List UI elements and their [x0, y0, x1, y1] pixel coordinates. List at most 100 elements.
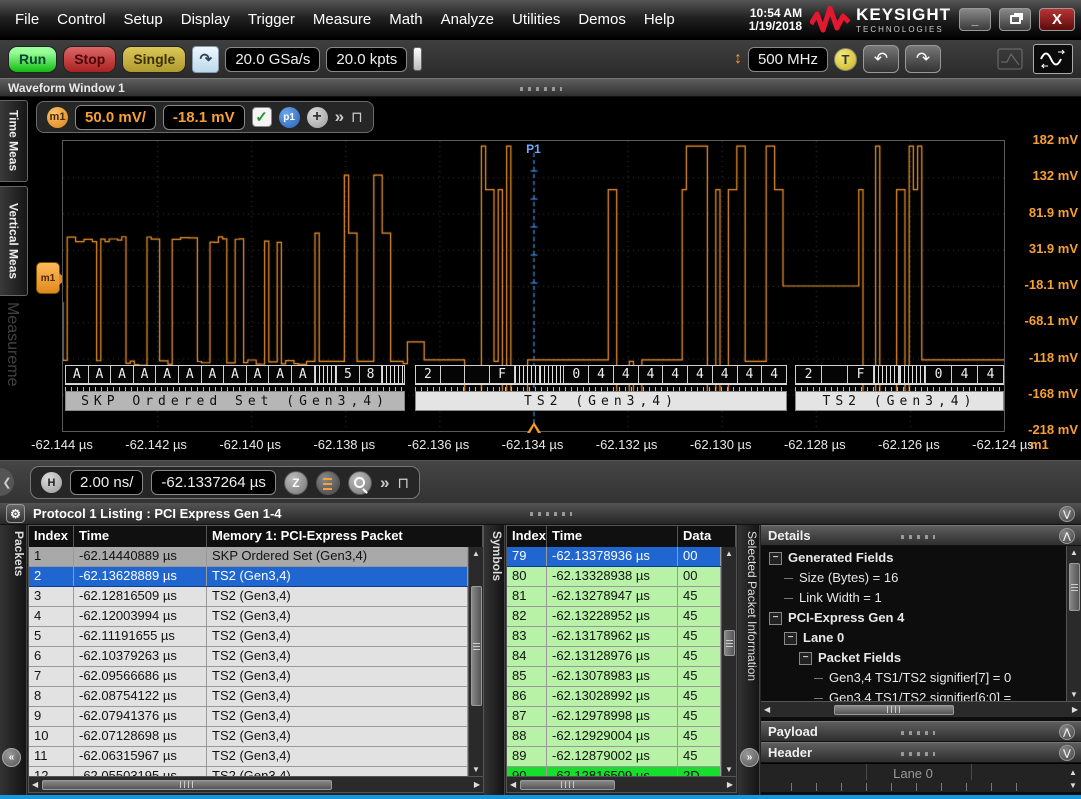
table-row[interactable]: 1 -62.14440889 µs SKP Ordered Set (Gen3,… — [29, 547, 468, 567]
tab-symbols[interactable]: Symbols — [484, 525, 505, 795]
single-button[interactable]: Single — [122, 46, 186, 73]
scroll-down-icon[interactable]: ▼ — [1069, 779, 1077, 792]
p1-marker-badge[interactable]: p1 — [279, 107, 300, 128]
tree-item[interactable]: Lane 0 — [761, 628, 1081, 648]
table-row[interactable]: 4 -62.12003994 µs TS2 (Gen3,4) — [29, 607, 468, 627]
trigger-time-marker[interactable] — [527, 422, 541, 433]
table-row[interactable]: 88 -62.12929004 µs 45 — [507, 727, 721, 747]
header-time[interactable]: Time — [74, 526, 207, 547]
header-memory[interactable]: Memory 1: PCI-Express Packet — [207, 526, 483, 547]
header-index[interactable]: Index — [507, 526, 547, 547]
scroll-right-icon[interactable]: ▶ — [474, 778, 480, 791]
header-data[interactable]: Data — [678, 526, 736, 547]
memory-slider[interactable] — [413, 47, 422, 71]
vertical-offset-field[interactable]: -18.1 mV — [163, 105, 245, 130]
gear-icon[interactable]: ⚙ — [6, 504, 25, 523]
scroll-right-icon[interactable]: ▶ — [1072, 703, 1078, 716]
scroll-down-icon[interactable]: ▼ — [1070, 688, 1078, 701]
vertical-scale-field[interactable]: 50.0 mV/ — [75, 105, 156, 130]
menu-item[interactable]: Trigger — [239, 7, 304, 32]
details-titlebar[interactable]: Details ⋀ — [761, 525, 1081, 546]
scroll-right-icon[interactable]: ▶ — [727, 778, 733, 791]
menu-item[interactable]: Analyze — [432, 7, 503, 32]
scroll-thumb[interactable] — [834, 705, 954, 715]
table-row[interactable]: 7 -62.09566686 µs TS2 (Gen3,4) — [29, 667, 468, 687]
pin-icon[interactable]: ⊓ — [351, 108, 363, 126]
m1-channel-badge[interactable]: m1 — [47, 107, 68, 128]
scroll-up-icon[interactable]: ▲ — [472, 547, 480, 560]
tree-item[interactable]: Size (Bytes) = 16 — [761, 568, 1081, 588]
sample-rate-field[interactable]: 20.0 GSa/s — [225, 47, 320, 72]
scroll-thumb[interactable] — [471, 586, 482, 706]
table-row[interactable]: 6 -62.10379263 µs TS2 (Gen3,4) — [29, 647, 468, 667]
scroll-thumb[interactable] — [724, 630, 735, 656]
table-row[interactable]: 79 -62.13378936 µs 00 — [507, 547, 721, 567]
scroll-up-icon[interactable]: ▲ — [725, 547, 733, 560]
details-vscrollbar[interactable]: ▲ ▼ — [1066, 546, 1081, 701]
redo-button[interactable]: ↷ — [905, 45, 941, 73]
table-row[interactable]: 2 -62.13628889 µs TS2 (Gen3,4) — [29, 567, 468, 587]
symbol-hscrollbar[interactable]: ◀ ▶ — [507, 776, 736, 792]
table-row[interactable]: 80 -62.13328938 µs 00 — [507, 567, 721, 587]
menu-item[interactable]: Demos — [569, 7, 635, 32]
scroll-down-icon[interactable]: ▼ — [472, 763, 480, 776]
add-marker-button[interactable]: + — [307, 107, 328, 128]
tree-item[interactable]: Gen3,4 TS1/TS2 signifier[7] = 0 — [761, 668, 1081, 688]
more-chevron-icon[interactable]: » — [335, 107, 344, 127]
details-hscrollbar[interactable]: ◀ ▶ — [761, 701, 1081, 717]
protocol-grip[interactable] — [530, 512, 572, 516]
symbol-vscrollbar[interactable]: ▲ ▼ — [721, 547, 736, 776]
menu-item[interactable]: Utilities — [503, 7, 569, 32]
bandwidth-field[interactable]: 500 MHz — [748, 47, 828, 72]
menu-item[interactable]: Help — [635, 7, 684, 32]
menu-item[interactable]: Setup — [115, 7, 172, 32]
protocol-header[interactable]: ⚙ Protocol 1 Listing : PCI Express Gen 1… — [0, 503, 1081, 525]
payload-bar[interactable]: Payload ⋀ — [761, 721, 1081, 742]
tree-item[interactable]: Gen3,4 TS1/TS2 signifier[6:0] = — [761, 688, 1081, 701]
lane-scrollbar[interactable]: ▲ ▼ — [1065, 764, 1081, 793]
scroll-up-icon[interactable]: ▲ — [1070, 546, 1078, 559]
waveform-window-titlebar[interactable]: Waveform Window 1 — [0, 78, 1081, 97]
menu-item[interactable]: Display — [172, 7, 239, 32]
scroll-down-icon[interactable]: ▼ — [725, 763, 733, 776]
header-time[interactable]: Time — [547, 526, 678, 547]
p1-cursor-label[interactable]: P1 — [526, 142, 541, 156]
close-button[interactable]: X — [1039, 8, 1075, 31]
table-row[interactable]: 89 -62.12879002 µs 45 — [507, 747, 721, 767]
table-row[interactable]: 8 -62.08754122 µs TS2 (Gen3,4) — [29, 687, 468, 707]
tab-vertical-meas[interactable]: Vertical Meas — [0, 186, 28, 296]
table-row[interactable]: 83 -62.13178962 µs 45 — [507, 627, 721, 647]
table-row[interactable]: 87 -62.12978998 µs 45 — [507, 707, 721, 727]
tree-item[interactable]: Packet Fields — [761, 648, 1081, 668]
memory-depth-field[interactable]: 20.0 kpts — [326, 47, 407, 72]
collapse-details-button[interactable]: ⋀ — [1059, 528, 1075, 544]
timebase-field[interactable]: 2.00 ns/ — [70, 470, 143, 495]
table-row[interactable]: 10 -62.07128698 µs TS2 (Gen3,4) — [29, 727, 468, 747]
table-row[interactable]: 84 -62.13128976 µs 45 — [507, 647, 721, 667]
expand-header-button[interactable]: ⋁ — [1059, 745, 1075, 761]
titlebar-grip[interactable] — [520, 87, 562, 91]
trigger-badge[interactable]: T — [834, 48, 857, 71]
menu-item[interactable]: Measure — [304, 7, 380, 32]
delay-field[interactable]: -62.1337264 µs — [151, 470, 276, 495]
zoom-window-icon[interactable] — [348, 471, 372, 495]
pin-icon[interactable]: ⊓ — [397, 474, 409, 492]
menu-item[interactable]: File — [6, 7, 48, 32]
table-row[interactable]: 11 -62.06315967 µs TS2 (Gen3,4) — [29, 747, 468, 767]
decode-group-ts2-1[interactable]: 2F044444444 TS2 (Gen3,4) — [415, 365, 787, 411]
m1-ground-marker[interactable]: m1 — [36, 262, 60, 294]
table-row[interactable]: 12 -62.05503195 µs TS2 (Gen3,4) — [29, 767, 468, 776]
scroll-left-icon[interactable]: ◀ — [764, 703, 770, 716]
tree-item[interactable]: Link Width = 1 — [761, 588, 1081, 608]
tab-time-meas[interactable]: Time Meas — [0, 100, 28, 182]
expand-left-button[interactable]: « — [2, 748, 21, 767]
more-chevron-icon[interactable]: » — [380, 473, 389, 493]
table-row[interactable]: 85 -62.13078983 µs 45 — [507, 667, 721, 687]
scope-display-icon[interactable] — [993, 45, 1027, 73]
table-row[interactable]: 9 -62.07941376 µs TS2 (Gen3,4) — [29, 707, 468, 727]
header-bar[interactable]: Header ⋁ — [761, 742, 1081, 763]
header-index[interactable]: Index — [29, 526, 74, 547]
undo-button[interactable]: ↶ — [863, 45, 899, 73]
header-grip[interactable] — [901, 752, 935, 756]
touch-toggle-icon[interactable]: ↷ — [192, 46, 219, 73]
